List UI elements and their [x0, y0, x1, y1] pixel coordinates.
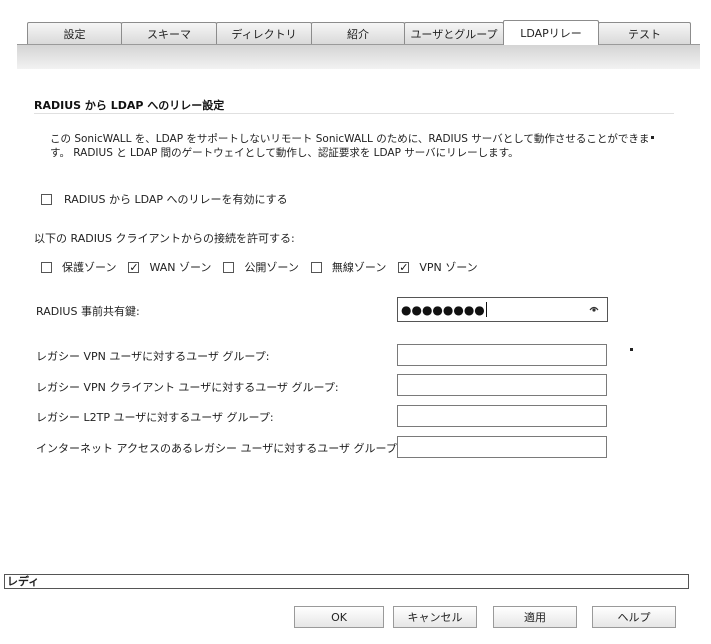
zone-label: WAN ゾーン — [149, 261, 212, 274]
help-button[interactable]: ヘルプ — [592, 606, 676, 628]
section-title: RADIUS から LDAP へのリレー設定 — [34, 99, 225, 112]
zone-wan: ✓ WAN ゾーン — [128, 259, 211, 275]
status-bar: レディ — [4, 574, 689, 589]
tab-settings[interactable]: 設定 — [27, 22, 122, 45]
tab-label: LDAPリレー — [520, 27, 582, 40]
zone-wireless: 無線ゾーン — [310, 259, 387, 275]
tab-label: テスト — [628, 28, 661, 41]
apply-button[interactable]: 適用 — [493, 606, 577, 628]
check-icon: ✓ — [129, 260, 139, 274]
tab-referrals[interactable]: 紹介 — [311, 22, 405, 45]
text-caret — [485, 302, 487, 317]
tab-schema[interactable]: スキーマ — [121, 22, 217, 45]
zone-protected-checkbox[interactable] — [41, 261, 52, 273]
shared-secret-label: RADIUS 事前共有鍵: — [36, 305, 140, 318]
tab-label: ユーザとグループ — [410, 28, 498, 41]
zone-wireless-checkbox[interactable] — [310, 261, 322, 273]
enable-relay-checkbox[interactable] — [41, 193, 52, 205]
tab-users-groups[interactable]: ユーザとグループ — [404, 22, 504, 45]
reveal-password-icon[interactable] — [589, 304, 599, 314]
tab-label: ディレクトリ — [231, 28, 297, 41]
zone-public-checkbox[interactable] — [223, 261, 235, 273]
legacy-internet-users-input[interactable] — [397, 436, 607, 458]
tab-test[interactable]: テスト — [598, 22, 691, 45]
decorative-mark — [630, 348, 633, 351]
legacy-l2tp-users-input[interactable] — [397, 405, 607, 427]
zone-wan-checkbox[interactable]: ✓ — [128, 260, 140, 274]
description-line-1: この SonicWALL を、LDAP をサポートしないリモート SonicWA… — [50, 133, 650, 145]
section-description: この SonicWALL を、LDAP をサポートしないリモート SonicWA… — [50, 132, 670, 160]
enable-relay-row: RADIUS から LDAP へのリレーを有効にする — [41, 191, 288, 207]
zone-label: VPN ゾーン — [419, 261, 478, 274]
ok-button[interactable]: OK — [294, 606, 384, 628]
zones-row: 保護ゾーン ✓ WAN ゾーン 公開ゾーン 無線ゾーン ✓ VPN ゾーン — [41, 259, 490, 275]
tab-bar: 設定 スキーマ ディレクトリ 紹介 ユーザとグループ LDAPリレー テスト — [27, 20, 691, 45]
shared-secret-value: ●●●●●●●● — [401, 302, 485, 317]
zone-vpn: ✓ VPN ゾーン — [398, 259, 478, 275]
allow-clients-label: 以下の RADIUS クライアントからの接続を許可する: — [34, 232, 295, 245]
zone-label: 保護ゾーン — [62, 261, 117, 274]
shared-secret-input[interactable]: ●●●●●●●● — [397, 297, 608, 322]
tab-label: 紹介 — [347, 28, 369, 41]
tab-label: 設定 — [63, 28, 86, 41]
zone-vpn-checkbox[interactable]: ✓ — [398, 260, 410, 274]
zone-label: 公開ゾーン — [244, 261, 299, 274]
zone-protected: 保護ゾーン — [41, 259, 116, 275]
legacy-internet-users-label: インターネット アクセスのあるレガシー ユーザに対するユーザ グループ: — [36, 442, 401, 455]
tab-ldap-relay[interactable]: LDAPリレー — [503, 20, 599, 45]
legacy-vpn-client-users-input[interactable] — [397, 374, 607, 396]
tab-content-header — [17, 44, 700, 69]
zone-label: 無線ゾーン — [331, 261, 387, 274]
legacy-vpn-users-input[interactable] — [397, 344, 607, 366]
legacy-vpn-client-users-label: レガシー VPN クライアント ユーザに対するユーザ グループ: — [36, 381, 339, 394]
legacy-vpn-users-label: レガシー VPN ユーザに対するユーザ グループ: — [36, 350, 270, 363]
tab-directory[interactable]: ディレクトリ — [216, 22, 312, 45]
legacy-l2tp-users-label: レガシー L2TP ユーザに対するユーザ グループ: — [36, 411, 274, 424]
enable-relay-label: RADIUS から LDAP へのリレーを有効にする — [64, 193, 288, 206]
cancel-button[interactable]: キャンセル — [393, 606, 477, 628]
check-icon: ✓ — [399, 260, 409, 274]
decorative-mark — [651, 136, 654, 139]
zone-public: 公開ゾーン — [223, 259, 299, 275]
description-line-2: す。 RADIUS と LDAP 間のゲートウェイとして動作し、認証要求を LD… — [50, 147, 519, 159]
section-divider — [34, 113, 674, 114]
tab-label: スキーマ — [147, 28, 191, 41]
